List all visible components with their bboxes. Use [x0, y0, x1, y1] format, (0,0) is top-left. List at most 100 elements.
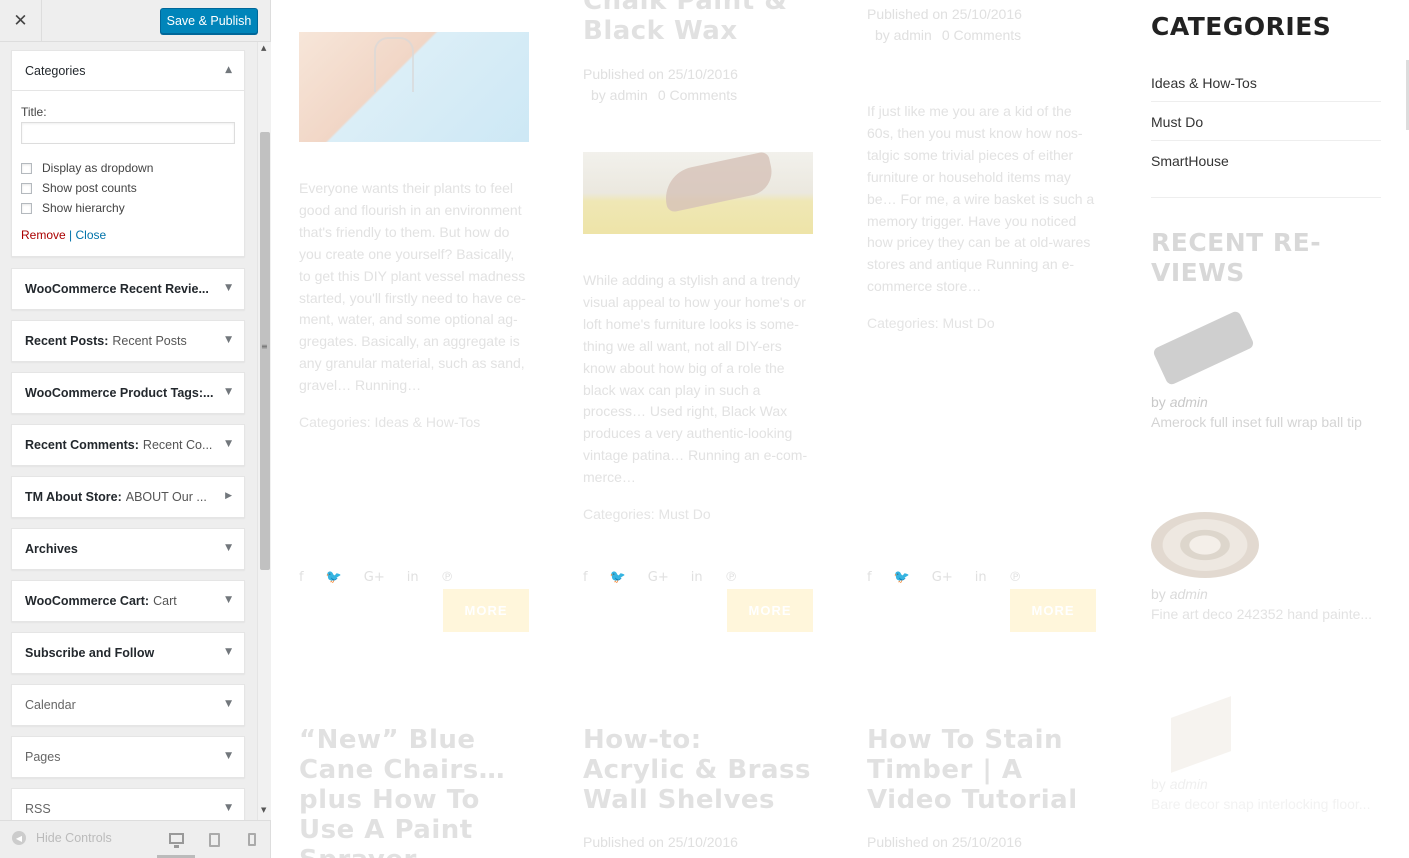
- post-categories[interactable]: Categories: Ideas & How-Tos: [299, 414, 529, 430]
- post-comments[interactable]: 0 Comments: [942, 27, 1021, 43]
- post-categories[interactable]: Categories: Must Do: [583, 506, 813, 522]
- caret-down-icon[interactable]: ▼: [225, 751, 232, 761]
- option-post-counts[interactable]: Show post counts: [21, 178, 234, 198]
- linkedin-icon[interactable]: in: [975, 570, 987, 585]
- product-image[interactable]: [1151, 309, 1259, 388]
- widget-rss[interactable]: RSS ▼: [11, 788, 245, 820]
- widget-woocommerce-cart[interactable]: WooCommerce Cart: Cart ▼: [11, 580, 245, 622]
- widget-archives[interactable]: Archives ▼: [11, 528, 245, 570]
- widget-product-tags[interactable]: WooCommerce Product Tags:... ▼: [11, 372, 245, 414]
- twitter-icon[interactable]: 🐦: [894, 570, 910, 585]
- review-item[interactable]: by admin Fine art deco 242352 hand paint…: [1151, 512, 1391, 622]
- widget-title: Categories: [25, 63, 86, 78]
- google-plus-icon[interactable]: G+: [364, 570, 385, 585]
- caret-down-icon[interactable]: ▼: [225, 283, 232, 293]
- review-product-title[interactable]: Amerock full inset full wrap ball tip: [1151, 414, 1381, 430]
- review-product-title[interactable]: Fine art deco 242352 hand painte...: [1151, 606, 1381, 622]
- close-customizer-button[interactable]: ✕: [0, 0, 42, 41]
- hide-controls-button[interactable]: ◀ Hide Controls: [12, 831, 112, 845]
- more-button[interactable]: MORE: [727, 589, 813, 632]
- widget-recent-posts[interactable]: Recent Posts: Recent Posts ▼: [11, 320, 245, 362]
- pinterest-icon[interactable]: ℗: [1009, 570, 1022, 585]
- facebook-icon[interactable]: f: [867, 570, 872, 585]
- preview-tablet-button[interactable]: [195, 821, 233, 858]
- post-author[interactable]: by admin: [875, 27, 932, 43]
- post-categories[interactable]: Categories: Must Do: [867, 315, 1097, 331]
- category-link[interactable]: Ideas & How-Tos: [1151, 63, 1381, 102]
- scrollbar-thumb[interactable]: [260, 132, 270, 570]
- review-item[interactable]: by admin Amerock full inset full wrap ba…: [1151, 309, 1391, 430]
- widget-subtitle: Recent Co...: [142, 438, 213, 452]
- twitter-icon[interactable]: 🐦: [326, 570, 342, 585]
- caret-down-icon[interactable]: ▼: [225, 699, 232, 709]
- twitter-icon[interactable]: 🐦: [610, 570, 626, 585]
- checkbox[interactable]: [21, 202, 32, 214]
- post-title[interactable]: How-to: Acrylic & Brass Wall Shelves: [583, 725, 813, 815]
- caret-right-icon[interactable]: ▶: [225, 491, 232, 501]
- more-button[interactable]: MORE: [1010, 589, 1096, 632]
- scroll-up-icon[interactable]: ▲: [261, 44, 266, 52]
- post-date: Published on 25/10/2016: [867, 834, 1022, 850]
- post-date: Published on 25/10/2016: [867, 6, 1022, 22]
- sidebar-scrollbar[interactable]: ▲ ≡ ▼: [257, 42, 271, 820]
- linkedin-icon[interactable]: in: [407, 570, 419, 585]
- caret-down-icon[interactable]: ▼: [225, 439, 232, 449]
- pinterest-icon[interactable]: ℗: [441, 570, 454, 585]
- caret-down-icon[interactable]: ▼: [225, 595, 232, 605]
- review-product-title[interactable]: Bare decor snap interlocking floor...: [1151, 796, 1381, 812]
- linkedin-icon[interactable]: in: [691, 570, 703, 585]
- facebook-icon[interactable]: f: [299, 570, 304, 585]
- pinterest-icon[interactable]: ℗: [725, 570, 738, 585]
- widget-calendar[interactable]: Calendar ▼: [11, 684, 245, 726]
- google-plus-icon[interactable]: G+: [932, 570, 953, 585]
- widget-woocommerce-recent-reviews[interactable]: WooCommerce Recent Revie... ▼: [11, 268, 245, 310]
- scroll-down-icon[interactable]: ▼: [261, 806, 266, 814]
- category-link[interactable]: SmartHouse: [1151, 141, 1381, 180]
- post-date: Published on 25/10/2016: [583, 66, 738, 82]
- post-author[interactable]: by admin: [591, 87, 648, 103]
- caret-up-icon[interactable]: ▲: [225, 65, 232, 75]
- option-hierarchy[interactable]: Show hierarchy: [21, 198, 234, 218]
- widget-about-store[interactable]: TM About Store: ABOUT Our ... ▶: [11, 476, 245, 518]
- post-comments[interactable]: 0 Comments: [658, 87, 737, 103]
- divider: [1151, 197, 1381, 198]
- caret-down-icon[interactable]: ▼: [225, 387, 232, 397]
- title-field[interactable]: [21, 122, 235, 144]
- customizer-header: ✕ Save & Publish: [0, 0, 270, 42]
- checkbox[interactable]: [21, 182, 32, 194]
- option-dropdown[interactable]: Display as dropdown: [21, 158, 234, 178]
- caret-down-icon[interactable]: ▼: [225, 543, 232, 553]
- widget-subscribe-follow[interactable]: Subscribe and Follow ▼: [11, 632, 245, 674]
- post-image-chair[interactable]: [583, 152, 813, 234]
- save-publish-button[interactable]: Save & Publish: [160, 8, 258, 34]
- tablet-icon: [208, 832, 220, 847]
- product-image[interactable]: [1151, 696, 1259, 773]
- customizer-footer: ◀ Hide Controls: [0, 820, 270, 858]
- more-button[interactable]: MORE: [443, 589, 529, 632]
- review-author: by admin: [1151, 776, 1208, 792]
- widget-name: TM About Store:: [25, 490, 122, 504]
- product-image[interactable]: [1151, 512, 1259, 580]
- collapse-icon: ◀: [12, 831, 26, 845]
- post-title[interactable]: Chalk Paint & Black Wax: [583, 0, 813, 46]
- remove-link[interactable]: Remove: [21, 228, 66, 242]
- post-title[interactable]: How To Stain Timber | A Video Tutorial: [867, 725, 1097, 815]
- post-title[interactable]: “New” Blue Cane Chairs…plus How To Use A…: [299, 725, 529, 858]
- review-item[interactable]: by admin Bare decor snap interlocking fl…: [1151, 696, 1391, 812]
- post-image-pool[interactable]: [299, 32, 529, 142]
- facebook-icon[interactable]: f: [583, 570, 588, 585]
- category-link[interactable]: Must Do: [1151, 102, 1381, 141]
- widget-recent-comments[interactable]: Recent Comments: Recent Co... ▼: [11, 424, 245, 466]
- option-label: Show post counts: [42, 181, 137, 195]
- preview-mobile-button[interactable]: [233, 821, 271, 858]
- caret-down-icon[interactable]: ▼: [225, 335, 232, 345]
- widget-pages[interactable]: Pages ▼: [11, 736, 245, 778]
- close-link[interactable]: Close: [76, 228, 107, 242]
- caret-down-icon[interactable]: ▼: [225, 803, 232, 813]
- google-plus-icon[interactable]: G+: [648, 570, 669, 585]
- preview-desktop-button[interactable]: [157, 821, 195, 858]
- checkbox[interactable]: [21, 162, 32, 174]
- widget-subtitle: Recent Posts: [112, 334, 187, 348]
- caret-down-icon[interactable]: ▼: [225, 647, 232, 657]
- widget-categories-header[interactable]: Categories ▲: [12, 51, 244, 91]
